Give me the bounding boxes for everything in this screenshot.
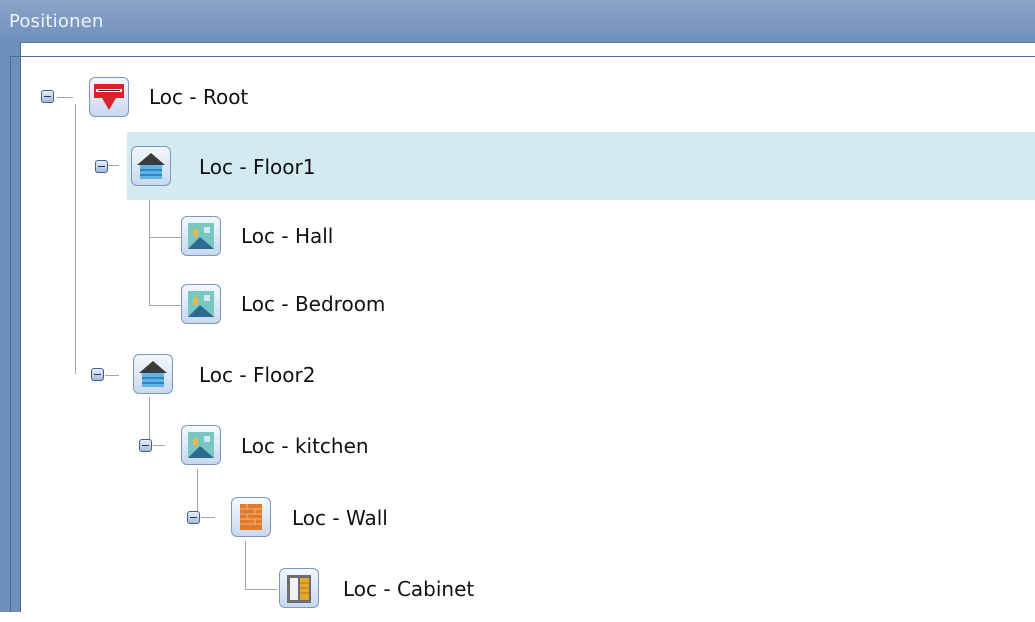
floor-icon bbox=[133, 354, 173, 394]
tree-node-floor1[interactable]: Loc - Floor1 bbox=[95, 132, 1035, 200]
location-tree: Loc - Root Loc - Floor1 Loc - Hall Loc -… bbox=[21, 57, 1035, 612]
tree-node-label: Loc - Floor2 bbox=[199, 363, 316, 387]
tree-node-label: Loc - kitchen bbox=[241, 434, 369, 458]
collapse-toggle[interactable] bbox=[187, 511, 200, 524]
tree-node-label: Loc - Cabinet bbox=[343, 577, 475, 601]
collapse-toggle[interactable] bbox=[139, 439, 152, 452]
collapse-toggle[interactable] bbox=[41, 90, 54, 103]
company-logo-icon bbox=[89, 77, 129, 117]
tree-node-bedroom[interactable]: Loc - Bedroom bbox=[21, 270, 1035, 338]
room-icon bbox=[181, 284, 221, 324]
tree-node-label: Loc - Bedroom bbox=[241, 292, 386, 316]
collapse-toggle[interactable] bbox=[95, 160, 108, 173]
cabinet-icon bbox=[279, 568, 319, 608]
floor-icon bbox=[131, 146, 171, 186]
room-icon bbox=[181, 425, 221, 465]
collapse-toggle[interactable] bbox=[91, 368, 104, 381]
panel-title: Positionen bbox=[9, 11, 104, 32]
tree-node-floor2[interactable]: Loc - Floor2 bbox=[21, 340, 1035, 408]
tree-node-label: Loc - Floor1 bbox=[199, 155, 316, 179]
wall-icon bbox=[231, 497, 271, 537]
tree-node-kitchen[interactable]: Loc - kitchen bbox=[21, 411, 1035, 479]
frame-border-left bbox=[10, 56, 11, 612]
room-icon bbox=[181, 216, 221, 256]
panel-titlebar: Positionen bbox=[0, 0, 1035, 43]
tree-node-label: Loc - Wall bbox=[292, 506, 388, 530]
tree-node-wall[interactable]: Loc - Wall bbox=[21, 482, 1035, 550]
tree-node-label: Loc - Root bbox=[149, 85, 249, 109]
tree-node-label: Loc - Hall bbox=[241, 224, 334, 248]
tree-node-hall[interactable]: Loc - Hall bbox=[21, 202, 1035, 270]
positions-panel: Positionen Loc - Root Loc - Floor1 Loc -… bbox=[0, 0, 1035, 612]
tree-node-root[interactable]: Loc - Root bbox=[21, 63, 1035, 131]
